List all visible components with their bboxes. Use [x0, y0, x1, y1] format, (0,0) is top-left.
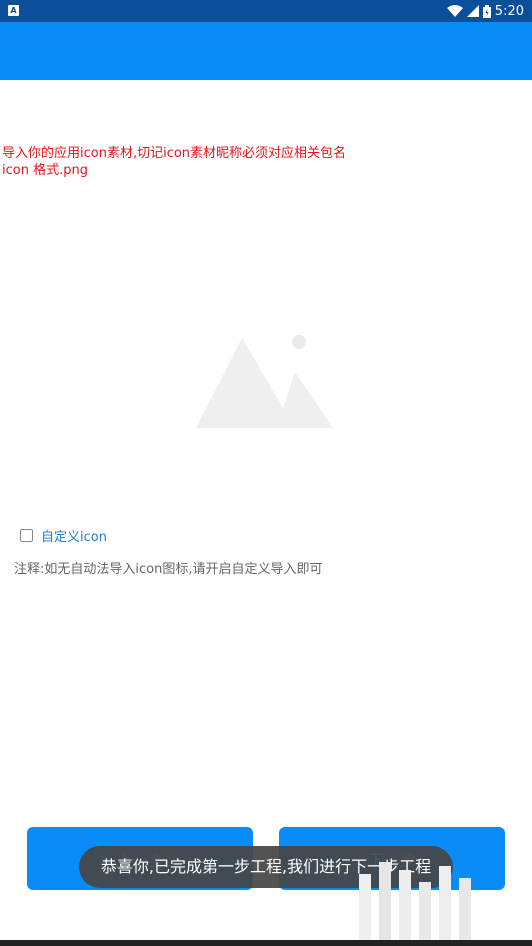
- status-time: 5:20: [494, 3, 524, 19]
- app-notification-icon: A: [8, 5, 19, 16]
- app-bar: [0, 22, 532, 80]
- status-bar: A 5:20: [0, 0, 532, 22]
- hint-line-2: icon 格式.png: [2, 163, 88, 178]
- image-placeholder-icon[interactable]: [195, 330, 335, 430]
- hint-line-1: 导入你的应用icon素材,切记icon素材昵称必须对应相关包名: [2, 146, 347, 161]
- navigation-bar: [0, 940, 532, 946]
- wifi-icon: [446, 5, 463, 17]
- custom-icon-checkbox[interactable]: [20, 528, 33, 542]
- battery-icon: [482, 4, 491, 18]
- custom-icon-label[interactable]: 自定义icon: [41, 526, 107, 545]
- status-icons: 5:20: [446, 0, 524, 22]
- note-text: 注释:如无自动法导入icon图标,请开启自定义导入即可: [14, 562, 323, 577]
- import-hint: 导入你的应用icon素材,切记icon素材昵称必须对应相关包名 icon 格式.…: [2, 145, 522, 179]
- toast-message: 恭喜你,已完成第一步工程,我们进行下一步工程: [79, 846, 453, 888]
- signal-icon: [466, 5, 479, 17]
- custom-icon-option[interactable]: 自定义icon: [20, 525, 107, 545]
